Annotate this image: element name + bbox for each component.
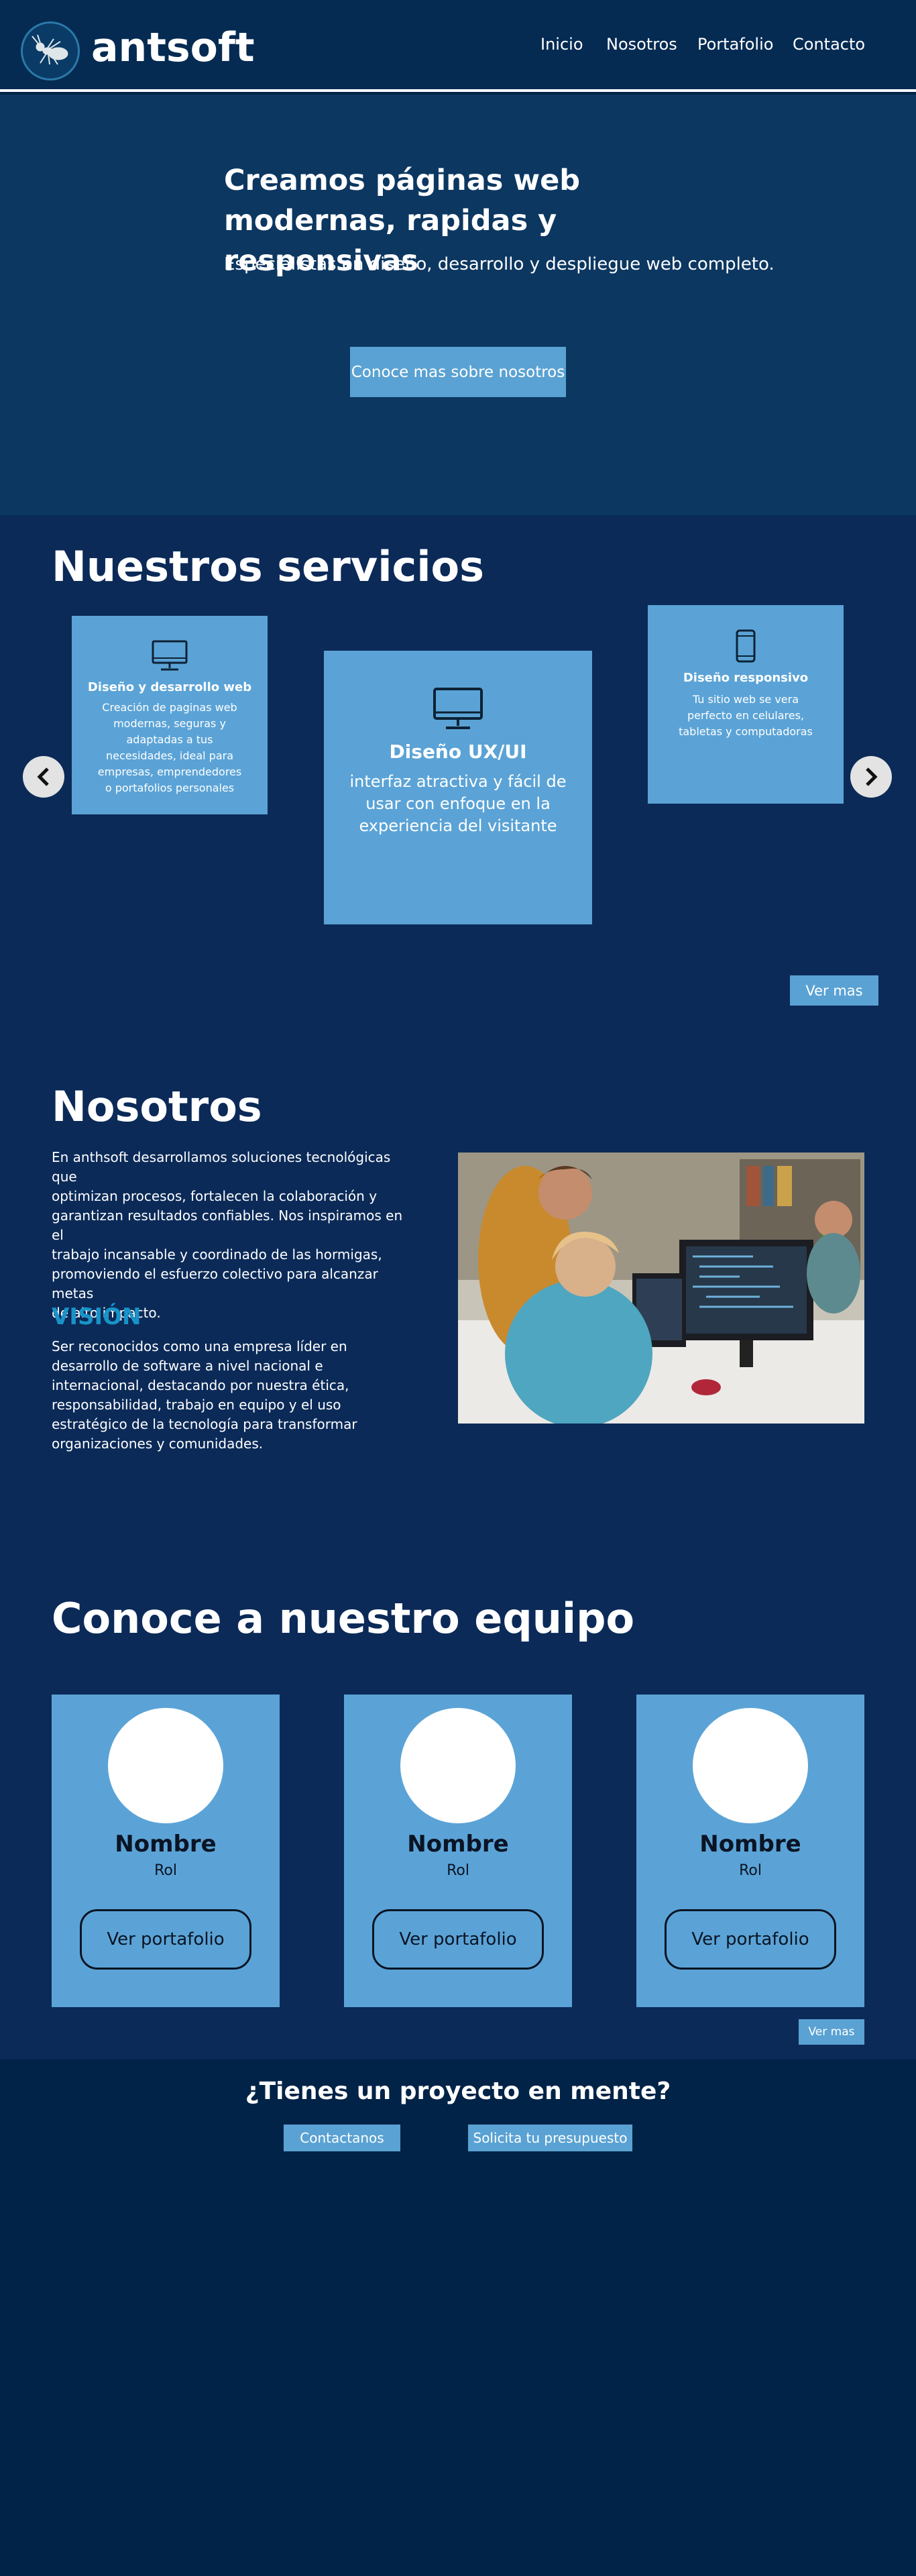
about-line: En anthsoft desarrollamos soluciones tec…	[52, 1149, 391, 1185]
service-card-title: Diseño y desarrollo web	[87, 680, 252, 694]
team-member-name: Nombre	[115, 1831, 217, 1858]
about-title: Nosotros	[52, 1082, 262, 1131]
service-card-title: Diseño responsivo	[683, 671, 809, 685]
service-card-line: modernas, seguras y	[113, 717, 226, 730]
service-card-line: perfecto en celulares,	[687, 709, 805, 722]
about-line: optimizan procesos, fortalecen la colabo…	[52, 1188, 378, 1204]
services-see-more-button[interactable]: Ver mas	[790, 975, 878, 1006]
contact-button[interactable]: Contactanos	[284, 2125, 400, 2151]
smartphone-icon	[736, 629, 756, 663]
carousel-prev-button[interactable]	[23, 756, 64, 798]
team-see-more-button[interactable]: Ver mas	[799, 2019, 864, 2045]
about-line: garantizan resultados confiables. Nos in…	[52, 1208, 403, 1243]
view-portfolio-button[interactable]: Ver portafolio	[80, 1909, 251, 1970]
avatar	[400, 1708, 516, 1823]
team-section: Conoce a nuestro equipo Nombre Rol Ver p…	[0, 1548, 916, 2059]
team-member-name: Nombre	[407, 1831, 509, 1858]
vision-description: Ser reconocidos como una empresa líder e…	[52, 1337, 414, 1454]
chevron-right-icon	[866, 767, 878, 786]
vision-line: internacional, destacando por nuestra ét…	[52, 1377, 349, 1393]
service-card-web-development[interactable]: Diseño y desarrollo web Creación de pagi…	[72, 616, 268, 814]
service-card-line: experiencia del visitante	[359, 816, 557, 835]
team-member-card: Nombre Rol Ver portafolio	[636, 1695, 864, 2007]
about-line: promoviendo el esfuerzo colectivo para a…	[52, 1266, 378, 1301]
team-title: Conoce a nuestro equipo	[52, 1594, 635, 1643]
nav-link-contacto[interactable]: Contacto	[793, 35, 865, 54]
service-card-description: Creación de paginas web modernas, segura…	[72, 700, 268, 796]
service-card-line: usar con enfoque en la	[365, 794, 551, 813]
services-section: Nuestros servicios Diseño y desarrollo w…	[0, 515, 916, 1038]
team-working-photo	[458, 1152, 864, 1424]
service-card-responsive[interactable]: Diseño responsivo Tu sitio web se vera p…	[648, 605, 844, 804]
carousel-next-button[interactable]	[850, 756, 892, 798]
cta-section: ¿Tienes un proyecto en mente? Contactano…	[0, 2059, 916, 2576]
service-card-line: Creación de paginas web	[102, 701, 237, 714]
learn-more-button[interactable]: Conoce mas sobre nosotros	[350, 347, 566, 397]
hero-section: Creamos páginas web modernas, rapidas y …	[0, 95, 916, 515]
cta-title: ¿Tienes un proyecto en mente?	[245, 2078, 671, 2105]
view-portfolio-button[interactable]: Ver portafolio	[665, 1909, 836, 1970]
avatar	[108, 1708, 223, 1823]
brand-name[interactable]: antsoft	[91, 24, 255, 71]
request-quote-button[interactable]: Solicita tu presupuesto	[468, 2125, 632, 2151]
site-header: antsoft Inicio Nosotros Portafolio Conta…	[0, 0, 916, 92]
service-card-line: necesidades, ideal para	[106, 749, 233, 762]
team-member-name: Nombre	[699, 1831, 801, 1858]
team-member-card: Nombre Rol Ver portafolio	[52, 1695, 280, 2007]
service-card-line: tabletas y computadoras	[679, 725, 813, 738]
about-line: trabajo incansable y coordinado de las h…	[52, 1246, 382, 1263]
service-card-ux-ui[interactable]: Diseño UX/UI interfaz atractiva y fácil …	[324, 651, 592, 924]
hero-subtitle: Especialistas en diseño, desarrollo y de…	[224, 254, 775, 274]
service-card-line: interfaz atractiva y fácil de	[349, 772, 567, 791]
team-member-role: Rol	[447, 1862, 469, 1879]
service-card-description: Tu sitio web se vera perfecto en celular…	[648, 692, 844, 740]
vision-line: estratégico de la tecnología para transf…	[52, 1416, 357, 1432]
vision-line: organizaciones y comunidades.	[52, 1436, 264, 1452]
avatar	[693, 1708, 808, 1823]
service-card-line: empresas, emprendedores	[97, 765, 242, 778]
team-member-card: Nombre Rol Ver portafolio	[344, 1695, 572, 2007]
ant-logo-icon[interactable]	[21, 21, 80, 80]
vision-title: VISIÓN	[52, 1303, 141, 1330]
nav-link-nosotros[interactable]: Nosotros	[606, 35, 677, 54]
vision-line: desarrollo de software a nivel nacional …	[52, 1358, 323, 1374]
monitor-icon	[152, 640, 188, 671]
vision-line: responsabilidad, trabajo en equipo y el …	[52, 1397, 341, 1413]
vision-line: Ser reconocidos como una empresa líder e…	[52, 1338, 347, 1354]
service-card-title: Diseño UX/UI	[389, 741, 527, 763]
view-portfolio-button[interactable]: Ver portafolio	[372, 1909, 544, 1970]
nav-link-inicio[interactable]: Inicio	[540, 35, 583, 54]
services-title: Nuestros servicios	[52, 542, 484, 591]
team-member-role: Rol	[739, 1862, 762, 1879]
about-section: Nosotros En anthsoft desarrollamos soluc…	[0, 1038, 916, 1548]
service-card-line: Tu sitio web se vera	[692, 693, 799, 706]
monitor-icon	[433, 688, 483, 729]
service-card-line: o portafolios personales	[105, 782, 235, 794]
about-description: En anthsoft desarrollamos soluciones tec…	[52, 1148, 414, 1323]
service-card-line: adaptadas a tus	[126, 733, 213, 746]
team-member-role: Rol	[154, 1862, 177, 1879]
service-card-description: interfaz atractiva y fácil de usar con e…	[324, 771, 592, 837]
nav-link-portafolio[interactable]: Portafolio	[697, 35, 773, 54]
hero-title-line-1: Creamos páginas web	[224, 164, 581, 197]
chevron-left-icon	[37, 767, 49, 786]
